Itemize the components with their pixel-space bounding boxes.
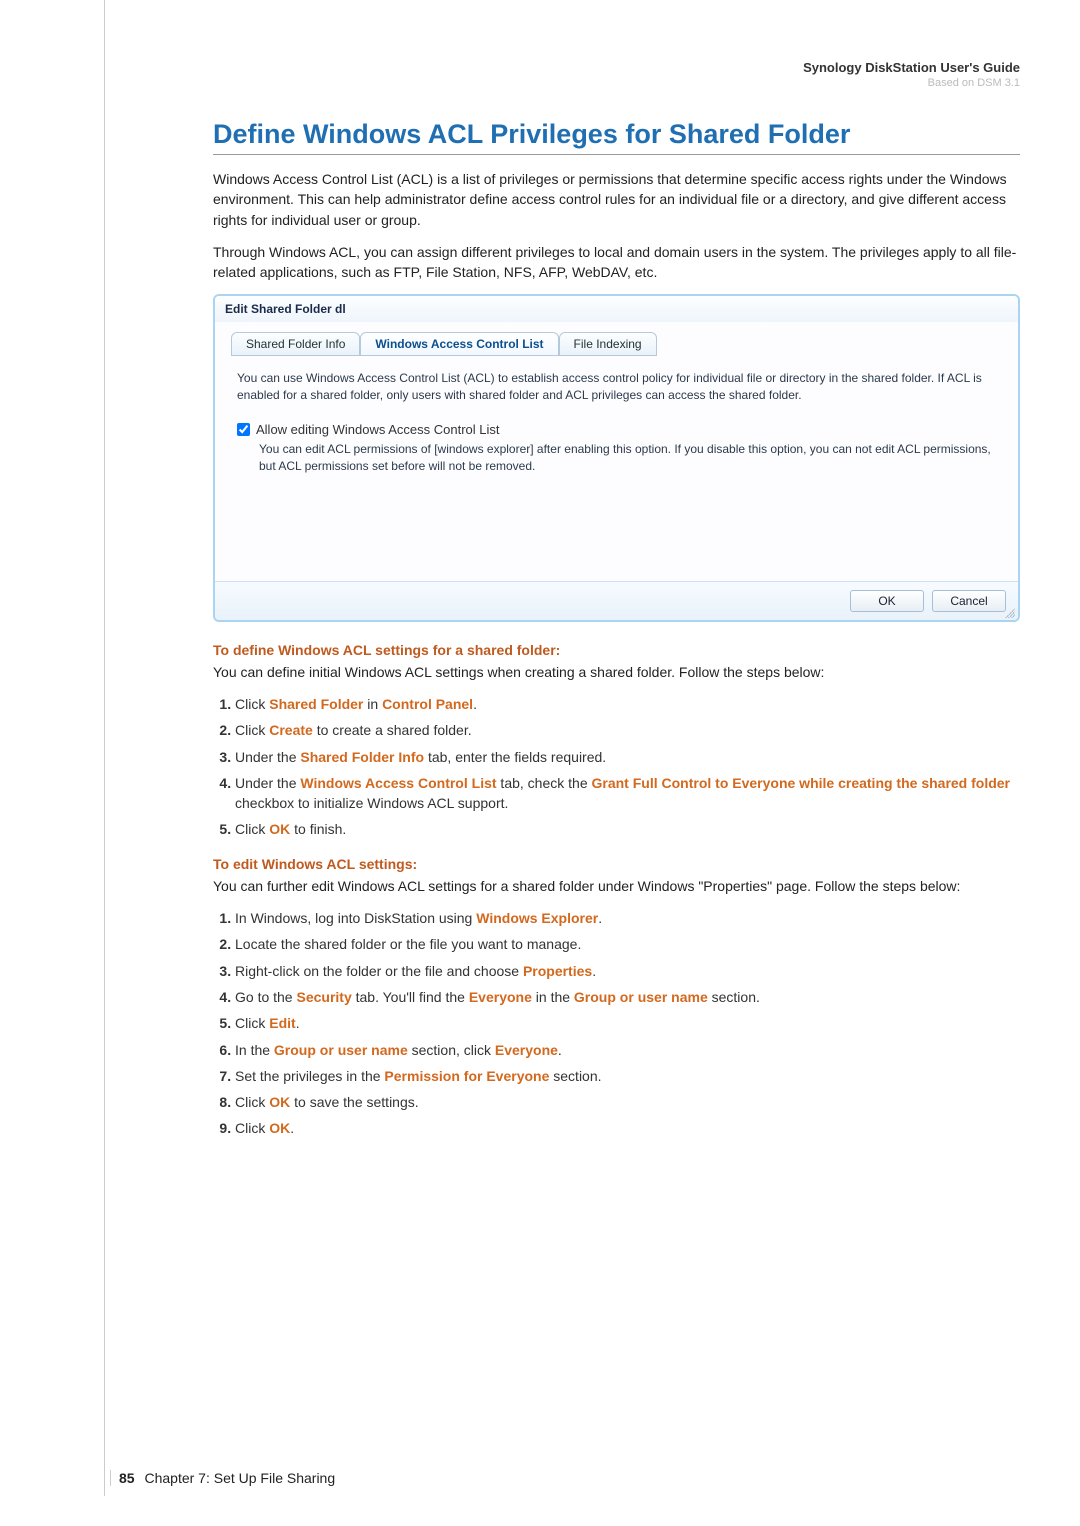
accent-term: Shared Folder Info (300, 749, 424, 765)
tab-file-indexing[interactable]: File Indexing (559, 332, 657, 356)
section-intro-define: You can define initial Windows ACL setti… (213, 662, 1020, 682)
dialog-button-bar: OK Cancel (215, 581, 1018, 620)
page-title: Define Windows ACL Privileges for Shared… (213, 119, 1020, 155)
resize-grip-icon[interactable] (1005, 608, 1015, 618)
step-item: Under the Shared Folder Info tab, enter … (235, 747, 1020, 767)
page-footer: 85 Chapter 7: Set Up File Sharing (110, 1470, 335, 1486)
page-header: Synology DiskStation User's Guide Based … (213, 60, 1020, 89)
step-item: In Windows, log into DiskStation using W… (235, 908, 1020, 928)
ok-button[interactable]: OK (850, 590, 924, 612)
accent-term: Group or user name (274, 1042, 408, 1058)
step-item: In the Group or user name section, click… (235, 1040, 1020, 1060)
step-item: Set the privileges in the Permission for… (235, 1066, 1020, 1086)
accent-term: Control Panel (382, 696, 473, 712)
accent-term: Properties (523, 963, 592, 979)
step-item: Click OK. (235, 1118, 1020, 1138)
accent-term: OK (269, 821, 290, 837)
accent-term: Security (296, 989, 351, 1005)
dialog-tabs: Shared Folder Info Windows Access Contro… (231, 332, 1002, 356)
accent-term: Permission for Everyone (384, 1068, 549, 1084)
edit-shared-folder-dialog: Edit Shared Folder dl Shared Folder Info… (213, 294, 1020, 621)
dialog-description: You can use Windows Access Control List … (237, 370, 996, 404)
accent-term: OK (269, 1120, 290, 1136)
accent-term: Windows Explorer (476, 910, 598, 926)
allow-edit-acl-note: You can edit ACL permissions of [windows… (259, 441, 996, 475)
doc-subtitle: Based on DSM 3.1 (213, 77, 1020, 89)
doc-title: Synology DiskStation User's Guide (213, 60, 1020, 75)
step-item: Click Edit. (235, 1013, 1020, 1033)
steps-define: Click Shared Folder in Control Panel. Cli… (223, 694, 1020, 840)
section-title-edit: To edit Windows ACL settings: (213, 856, 1020, 872)
steps-edit: In Windows, log into DiskStation using W… (223, 908, 1020, 1139)
step-item: Locate the shared folder or the file you… (235, 934, 1020, 954)
tab-windows-acl[interactable]: Windows Access Control List (360, 332, 558, 356)
section-intro-edit: You can further edit Windows ACL setting… (213, 876, 1020, 896)
chapter-label: Chapter 7: Set Up File Sharing (144, 1470, 335, 1486)
allow-edit-acl-input[interactable] (237, 423, 250, 436)
page-number: 85 (119, 1470, 135, 1486)
accent-term: Shared Folder (269, 696, 363, 712)
step-item: Click Shared Folder in Control Panel. (235, 694, 1020, 714)
allow-edit-acl-checkbox[interactable]: Allow editing Windows Access Control Lis… (237, 422, 996, 437)
cancel-button[interactable]: Cancel (932, 590, 1006, 612)
accent-term: Edit (269, 1015, 295, 1031)
accent-term: Windows Access Control List (300, 775, 496, 791)
section-title-define: To define Windows ACL settings for a sha… (213, 642, 1020, 658)
intro-para-2: Through Windows ACL, you can assign diff… (213, 242, 1020, 283)
accent-term: OK (269, 1094, 290, 1110)
step-item: Right-click on the folder or the file an… (235, 961, 1020, 981)
step-item: Under the Windows Access Control List ta… (235, 773, 1020, 814)
step-item: Go to the Security tab. You'll find the … (235, 987, 1020, 1007)
step-item: Click OK to finish. (235, 819, 1020, 839)
dialog-title: Edit Shared Folder dl (215, 296, 1018, 322)
step-item: Click Create to create a shared folder. (235, 720, 1020, 740)
step-item: Click OK to save the settings. (235, 1092, 1020, 1112)
accent-term: Group or user name (574, 989, 708, 1005)
page-content: Synology DiskStation User's Guide Based … (104, 0, 1080, 1430)
accent-term: Everyone (469, 989, 532, 1005)
accent-term: Create (269, 722, 313, 738)
intro-para-1: Windows Access Control List (ACL) is a l… (213, 169, 1020, 230)
allow-edit-acl-label: Allow editing Windows Access Control Lis… (256, 422, 500, 437)
accent-term: Everyone (495, 1042, 558, 1058)
tab-shared-folder-info[interactable]: Shared Folder Info (231, 332, 360, 356)
accent-term: Grant Full Control to Everyone while cre… (592, 775, 1011, 791)
